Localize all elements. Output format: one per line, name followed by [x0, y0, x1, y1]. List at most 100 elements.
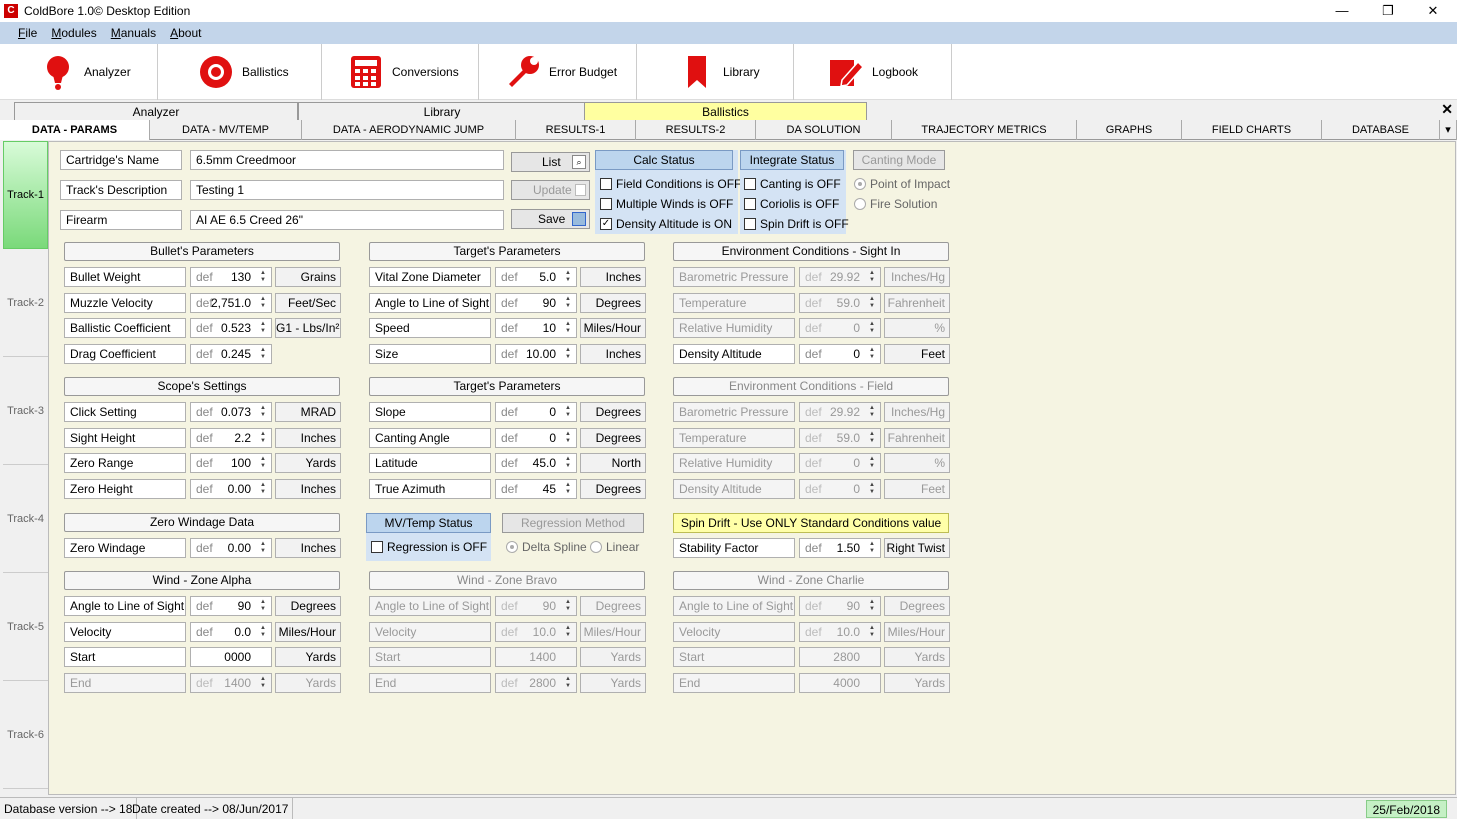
value-stepper[interactable]: def 90 ▲ ▼ — [495, 596, 577, 616]
menu-modules[interactable]: Modules — [51, 26, 96, 40]
density-altitude-checkbox[interactable]: ✓ Density Altitude is ON — [598, 215, 732, 233]
toolbar-analyzer-button[interactable]: Analyzer — [0, 44, 158, 100]
value-stepper[interactable]: def 59.0 ▲ ▼ — [799, 427, 881, 448]
canting-checkbox[interactable]: Canting is OFF — [742, 175, 841, 193]
delta-spline-radio[interactable]: Delta Spline — [504, 538, 587, 556]
toolbar-logbook-button[interactable]: Logbook — [794, 44, 952, 100]
firearm-input[interactable]: AI AE 6.5 Creed 26" — [190, 210, 504, 230]
tab-data-params[interactable]: DATA - PARAMS — [0, 120, 150, 140]
value-stepper[interactable]: def 0.00 ▲ ▼ — [190, 538, 272, 558]
value-stepper[interactable]: def 0 ▲ ▼ — [799, 318, 881, 339]
tab-results-1[interactable]: RESULTS-1 — [516, 120, 636, 140]
track-tab-5[interactable]: Track-5 — [3, 573, 48, 681]
tab-library[interactable]: Library — [298, 102, 586, 120]
regression-method-button[interactable]: Regression Method — [502, 513, 644, 533]
value-stepper[interactable]: def 10 ▲ ▼ — [495, 318, 577, 339]
wind-alpha-header[interactable]: Wind - Zone Alpha — [64, 571, 340, 590]
value-stepper[interactable]: def 10.00 ▲ ▼ — [495, 344, 577, 365]
mv-temp-status-button[interactable]: MV/Temp Status — [366, 513, 491, 533]
tab-data-aerodynamic-jump[interactable]: DATA - AERODYNAMIC JUMP — [302, 120, 516, 140]
env-field-header[interactable]: Environment Conditions - Field — [673, 377, 949, 396]
toolbar-error-budget-button[interactable]: Error Budget — [479, 44, 637, 100]
value-stepper[interactable]: 2800 — [799, 647, 881, 668]
value-stepper[interactable]: def 5.0 ▲ ▼ — [495, 267, 577, 287]
wind-bravo-header[interactable]: Wind - Zone Bravo — [369, 571, 645, 590]
tab-results-2[interactable]: RESULTS-2 — [636, 120, 756, 140]
value-stepper[interactable]: def 2800 ▲ ▼ — [495, 673, 577, 694]
field-conditions-checkbox[interactable]: Field Conditions is OFF — [598, 175, 741, 193]
value-stepper[interactable]: def 29.92 ▲ ▼ — [799, 267, 881, 287]
env-sight-header[interactable]: Environment Conditions - Sight In — [673, 242, 949, 261]
tab-ballistics[interactable]: Ballistics — [584, 102, 867, 120]
cartridge-name-input[interactable]: 6.5mm Creedmoor — [190, 150, 504, 170]
calc-status-button[interactable]: Calc Status — [595, 150, 733, 170]
menu-file[interactable]: File — [18, 26, 37, 40]
close-icon[interactable]: ✕ — [1410, 0, 1456, 22]
track-tab-6[interactable]: Track-6 — [3, 681, 48, 789]
value-stepper[interactable]: def 0.073 ▲ ▼ — [190, 402, 272, 422]
value-stepper[interactable]: 1400 — [495, 647, 577, 668]
menu-manuals[interactable]: Manuals — [111, 26, 156, 40]
wind-charlie-header[interactable]: Wind - Zone Charlie — [673, 571, 949, 590]
value-stepper[interactable]: def 0.00 ▲ ▼ — [190, 479, 272, 500]
value-stepper[interactable]: 4000 — [799, 673, 881, 694]
value-stepper[interactable]: def 2,751.0 ▲ ▼ — [190, 292, 272, 313]
tab-overflow-chevron-down-icon[interactable]: ▾ — [1440, 120, 1457, 140]
value-stepper[interactable]: def 2.2 ▲ ▼ — [190, 427, 272, 448]
spin-drift-header[interactable]: Spin Drift - Use ONLY Standard Condition… — [673, 513, 949, 533]
value-stepper[interactable]: 0000 — [190, 647, 272, 668]
tab-graphs[interactable]: GRAPHS — [1077, 120, 1182, 140]
tab-da-solution[interactable]: DA SOLUTION — [756, 120, 892, 140]
value-stepper[interactable]: def 10.0 ▲ ▼ — [495, 621, 577, 642]
list-button[interactable]: List ⌕ — [511, 152, 590, 172]
target1-header[interactable]: Target's Parameters — [369, 242, 645, 261]
value-stepper[interactable]: def 0 ▲ ▼ — [799, 344, 881, 365]
linear-radio[interactable]: Linear — [588, 538, 639, 556]
tab-data-mv-temp[interactable]: DATA - MV/TEMP — [150, 120, 302, 140]
tab-analyzer[interactable]: Analyzer — [14, 102, 298, 120]
coriolis-checkbox[interactable]: Coriolis is OFF — [742, 195, 839, 213]
track-tab-3[interactable]: Track-3 — [3, 357, 48, 465]
zero-windage-header[interactable]: Zero Windage Data — [64, 513, 340, 532]
value-stepper[interactable]: def 90 ▲ ▼ — [799, 596, 881, 616]
value-stepper[interactable]: def 0.0 ▲ ▼ — [190, 621, 272, 642]
tab-database[interactable]: DATABASE — [1322, 120, 1440, 140]
scope-header[interactable]: Scope's Settings — [64, 377, 340, 396]
value-stepper[interactable]: def 90 ▲ ▼ — [495, 292, 577, 313]
value-stepper[interactable]: def 100 ▲ ▼ — [190, 453, 272, 474]
fire-solution-radio[interactable]: Fire Solution — [852, 195, 937, 213]
toolbar-ballistics-button[interactable]: Ballistics — [158, 44, 322, 100]
update-button[interactable]: Update — [511, 180, 590, 200]
value-stepper[interactable]: def 0.245 ▲ ▼ — [190, 344, 272, 365]
toolbar-library-button[interactable]: Library — [637, 44, 794, 100]
minimize-icon[interactable]: — — [1319, 0, 1365, 22]
close-module-icon[interactable]: ✕ — [1441, 101, 1453, 118]
maximize-icon[interactable]: ❐ — [1365, 0, 1411, 22]
tab-trajectory-metrics[interactable]: TRAJECTORY METRICS — [892, 120, 1077, 140]
track-description-input[interactable]: Testing 1 — [190, 180, 504, 200]
tab-field-charts[interactable]: FIELD CHARTS — [1182, 120, 1322, 140]
toolbar-conversions-button[interactable]: Conversions — [322, 44, 479, 100]
menu-about[interactable]: About — [170, 26, 201, 40]
value-stepper[interactable]: def 45 ▲ ▼ — [495, 479, 577, 500]
track-tab-1[interactable]: Track-1 — [3, 141, 48, 249]
bullet-header[interactable]: Bullet's Parameters — [64, 242, 340, 261]
value-stepper[interactable]: def 1400 ▲ ▼ — [190, 673, 272, 694]
value-stepper[interactable]: def 90 ▲ ▼ — [190, 596, 272, 616]
value-stepper[interactable]: def 29.92 ▲ ▼ — [799, 402, 881, 422]
track-tab-2[interactable]: Track-2 — [3, 249, 48, 357]
canting-mode-button[interactable]: Canting Mode — [853, 150, 945, 170]
multiple-winds-checkbox[interactable]: Multiple Winds is OFF — [598, 195, 733, 213]
regression-checkbox[interactable]: Regression is OFF — [369, 538, 487, 556]
save-button[interactable]: Save — [511, 209, 590, 229]
value-stepper[interactable]: def 1.50 ▲ ▼ — [799, 538, 881, 558]
value-stepper[interactable]: def 59.0 ▲ ▼ — [799, 292, 881, 313]
value-stepper[interactable]: def 0.523 ▲ ▼ — [190, 318, 272, 339]
point-of-impact-radio[interactable]: Point of Impact — [852, 175, 950, 193]
value-stepper[interactable]: def 45.0 ▲ ▼ — [495, 453, 577, 474]
value-stepper[interactable]: def 0 ▲ ▼ — [799, 453, 881, 474]
track-tab-4[interactable]: Track-4 — [3, 465, 48, 573]
value-stepper[interactable]: def 0 ▲ ▼ — [495, 402, 577, 422]
value-stepper[interactable]: def 10.0 ▲ ▼ — [799, 621, 881, 642]
integrate-status-button[interactable]: Integrate Status — [740, 150, 844, 170]
